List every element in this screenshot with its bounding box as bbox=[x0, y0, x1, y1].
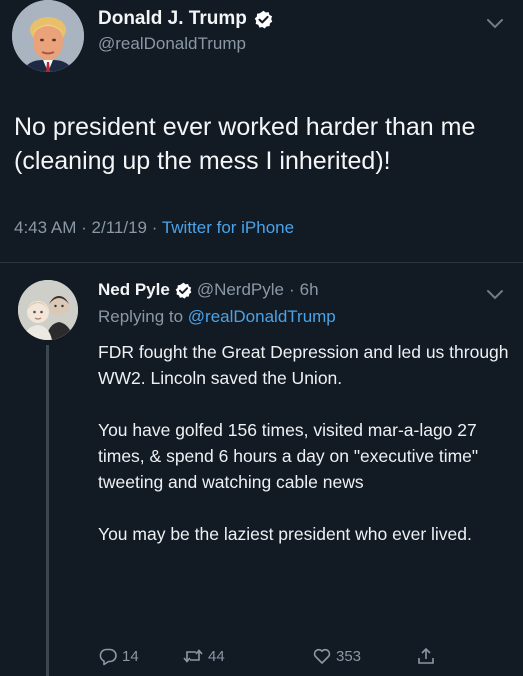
retweet-button[interactable]: 44 bbox=[182, 646, 225, 666]
author-name[interactable]: Donald J. Trump bbox=[98, 8, 247, 30]
meta-separator: · bbox=[81, 218, 87, 237]
mention-link[interactable]: @realDonaldTrump bbox=[188, 307, 336, 326]
avatar[interactable] bbox=[18, 280, 78, 340]
retweet-count: 44 bbox=[208, 647, 225, 665]
verified-check-icon bbox=[254, 10, 273, 29]
replying-to-label: Replying to bbox=[98, 307, 184, 326]
main-tweet[interactable]: Donald J. Trump @realDonaldTrump No pres… bbox=[0, 0, 523, 276]
tweet-text: No president ever worked harder than me … bbox=[14, 113, 476, 175]
reply-age: 6h bbox=[299, 280, 319, 299]
tweet-date: 2/11/19 bbox=[91, 218, 147, 237]
replying-to: Replying to @realDonaldTrump bbox=[98, 307, 336, 327]
reply-button[interactable]: 14 bbox=[98, 646, 139, 666]
tweet-meta: 4:43 AM · 2/11/19 · Twitter for iPhone bbox=[14, 218, 294, 238]
tweet-time: 4:43 AM bbox=[14, 218, 77, 237]
reply-paragraph: You have golfed 156 times, visited mar-a… bbox=[98, 420, 479, 492]
like-count: 353 bbox=[336, 647, 362, 665]
reply-count: 14 bbox=[122, 647, 139, 665]
chevron-down-icon[interactable] bbox=[484, 287, 506, 303]
meta-separator: · bbox=[151, 218, 158, 237]
author-handle[interactable]: @realDonaldTrump bbox=[98, 34, 246, 54]
action-bar: 14 44 353 bbox=[98, 646, 508, 670]
reply-text: FDR fought the Great Depression and led … bbox=[98, 339, 518, 547]
share-button[interactable] bbox=[416, 646, 436, 666]
retweet-icon bbox=[182, 646, 204, 666]
author-name-row[interactable]: Donald J. Trump bbox=[98, 8, 273, 30]
reply-paragraph: FDR fought the Great Depression and led … bbox=[98, 342, 509, 388]
chevron-down-icon[interactable] bbox=[484, 16, 506, 32]
avatar-portrait bbox=[18, 280, 78, 340]
reply-header[interactable]: Ned Pyle @NerdPyle · 6h bbox=[98, 280, 319, 300]
share-icon bbox=[416, 646, 436, 666]
tweet-screen: Donald J. Trump @realDonaldTrump No pres… bbox=[0, 0, 523, 676]
thread-line bbox=[46, 345, 49, 676]
avatar-portrait bbox=[12, 0, 84, 72]
reply-author-name[interactable]: Ned Pyle bbox=[98, 280, 170, 300]
reply-tweet[interactable]: Ned Pyle @NerdPyle · 6h Replying to @rea… bbox=[0, 263, 523, 676]
reply-author-handle[interactable]: @NerdPyle bbox=[197, 280, 284, 300]
reply-paragraph: You may be the laziest president who eve… bbox=[98, 524, 472, 544]
tweet-source-link[interactable]: Twitter for iPhone bbox=[162, 218, 294, 237]
header-separator: · bbox=[289, 280, 295, 299]
verified-check-icon bbox=[175, 282, 192, 299]
reply-bubble-icon bbox=[98, 646, 118, 666]
like-button[interactable]: 353 bbox=[312, 646, 361, 666]
avatar[interactable] bbox=[12, 0, 84, 72]
heart-icon bbox=[312, 646, 332, 666]
